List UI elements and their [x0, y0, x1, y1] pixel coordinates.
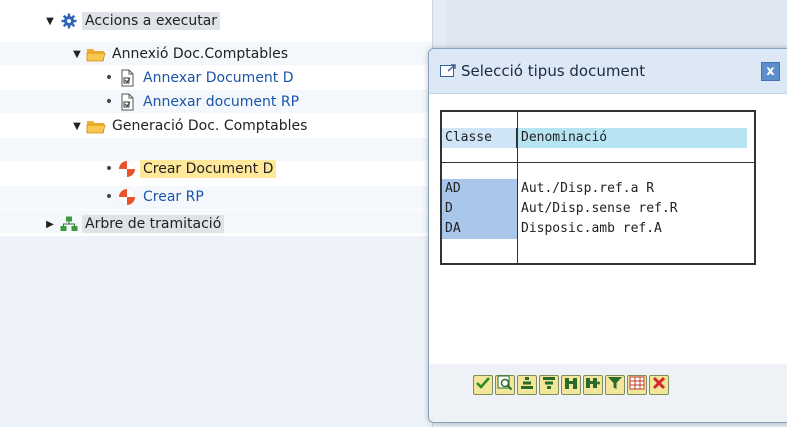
bullet-icon: • [104, 70, 114, 86]
tree-node-crear-d[interactable]: • Crear Document D [104, 158, 277, 180]
column-header-classe[interactable]: Classe [442, 128, 517, 148]
cell-denominacio[interactable]: Disposic.amb ref.A [518, 219, 754, 239]
dialog-footer [429, 364, 787, 422]
collapse-toggle-icon[interactable]: ▶ [44, 219, 56, 230]
filter-icon [607, 375, 623, 395]
sort-descending-icon [541, 375, 557, 395]
tree-node-label: Arbre de tramitació [82, 215, 225, 233]
attach-document-icon [117, 69, 137, 87]
tree-node-label: Accions a executar [82, 12, 221, 30]
sort-ascending-button[interactable] [517, 375, 537, 395]
close-button[interactable]: x [761, 62, 780, 81]
tree-node-generacio[interactable]: ▼ Generació Doc. Comptables [71, 115, 310, 137]
expand-toggle-icon[interactable]: ▼ [71, 121, 83, 132]
close-icon: x [766, 64, 775, 79]
checkmark-icon [475, 375, 491, 395]
table-row[interactable]: AD Aut./Disp.ref.a R [442, 179, 754, 199]
column-header-denominacio[interactable]: Denominació [518, 128, 747, 148]
dialog-title: Selecció tipus document [461, 62, 646, 80]
tree-node-accions[interactable]: ▼ Accions a executar [44, 10, 221, 32]
tree-node-crear-rp[interactable]: • Crear RP [104, 186, 207, 208]
hierarchy-icon [59, 215, 79, 233]
table-header-row: Classe Denominació [442, 128, 754, 148]
sort-descending-button[interactable] [539, 375, 559, 395]
bullet-icon: • [104, 94, 114, 110]
cell-denominacio[interactable]: Aut/Disp.sense ref.R [518, 199, 754, 219]
confirm-button[interactable] [473, 375, 493, 395]
tree-node-annexio[interactable]: ▼ Annexió Doc.Comptables [71, 43, 291, 65]
tree-node-label: Annexar Document D [143, 70, 294, 86]
cancel-icon [651, 375, 667, 395]
tree-node-label: Annexió Doc.Comptables [112, 46, 288, 62]
dialog-title-bar[interactable]: Selecció tipus document x [429, 49, 787, 94]
tree-node-label: Generació Doc. Comptables [112, 118, 308, 134]
tree-node-label: Crear Document D [140, 160, 277, 178]
execute-icon [117, 160, 137, 178]
attach-document-icon [117, 93, 137, 111]
dialog-body: Classe Denominació AD Aut./Disp.ref.a R … [429, 94, 787, 364]
bullet-icon: • [104, 161, 114, 177]
table-row[interactable]: DA Disposic.amb ref.A [442, 219, 754, 239]
open-folder-icon [86, 117, 106, 135]
tree-node-annexar-rp[interactable]: • Annexar document RP [104, 91, 302, 113]
filter-button[interactable] [605, 375, 625, 395]
sort-ascending-icon [519, 375, 535, 395]
header-separator [442, 162, 754, 163]
dialog-toolbar [473, 375, 669, 395]
find-button[interactable] [495, 375, 515, 395]
selection-table: Classe Denominació AD Aut./Disp.ref.a R … [440, 110, 756, 265]
cancel-button[interactable] [649, 375, 669, 395]
cell-classe[interactable]: AD [442, 179, 517, 199]
cell-classe[interactable]: DA [442, 219, 517, 239]
execute-icon [117, 188, 137, 206]
tree-node-annexar-d[interactable]: • Annexar Document D [104, 67, 297, 89]
search-button[interactable] [561, 375, 581, 395]
search-next-button[interactable] [583, 375, 603, 395]
layout-grid-icon [629, 375, 645, 395]
binoculars-icon [563, 375, 579, 395]
dialog-window-icon [439, 62, 457, 80]
open-folder-icon [86, 45, 106, 63]
cell-denominacio[interactable]: Aut./Disp.ref.a R [518, 179, 754, 199]
tree-panel: ▼ Accions a executar ▼ Annexió Doc.Compt… [0, 0, 432, 427]
tree-node-label: Annexar document RP [143, 94, 300, 110]
bullet-icon: • [104, 189, 114, 205]
expand-toggle-icon[interactable]: ▼ [44, 16, 56, 27]
binoculars-next-icon [585, 375, 601, 395]
cell-classe[interactable]: D [442, 199, 517, 219]
layout-button[interactable] [627, 375, 647, 395]
find-icon [497, 375, 513, 395]
tree-node-arbre[interactable]: ▶ Arbre de tramitació [44, 213, 225, 235]
tree-empty-area [0, 236, 432, 427]
tree-node-label: Crear RP [143, 189, 204, 205]
expand-toggle-icon[interactable]: ▼ [71, 49, 83, 60]
document-type-dialog: Selecció tipus document x Classe Denomin… [428, 48, 787, 423]
table-row[interactable]: D Aut/Disp.sense ref.R [442, 199, 754, 219]
gear-icon [59, 12, 79, 30]
tree-row-bg [0, 186, 432, 209]
